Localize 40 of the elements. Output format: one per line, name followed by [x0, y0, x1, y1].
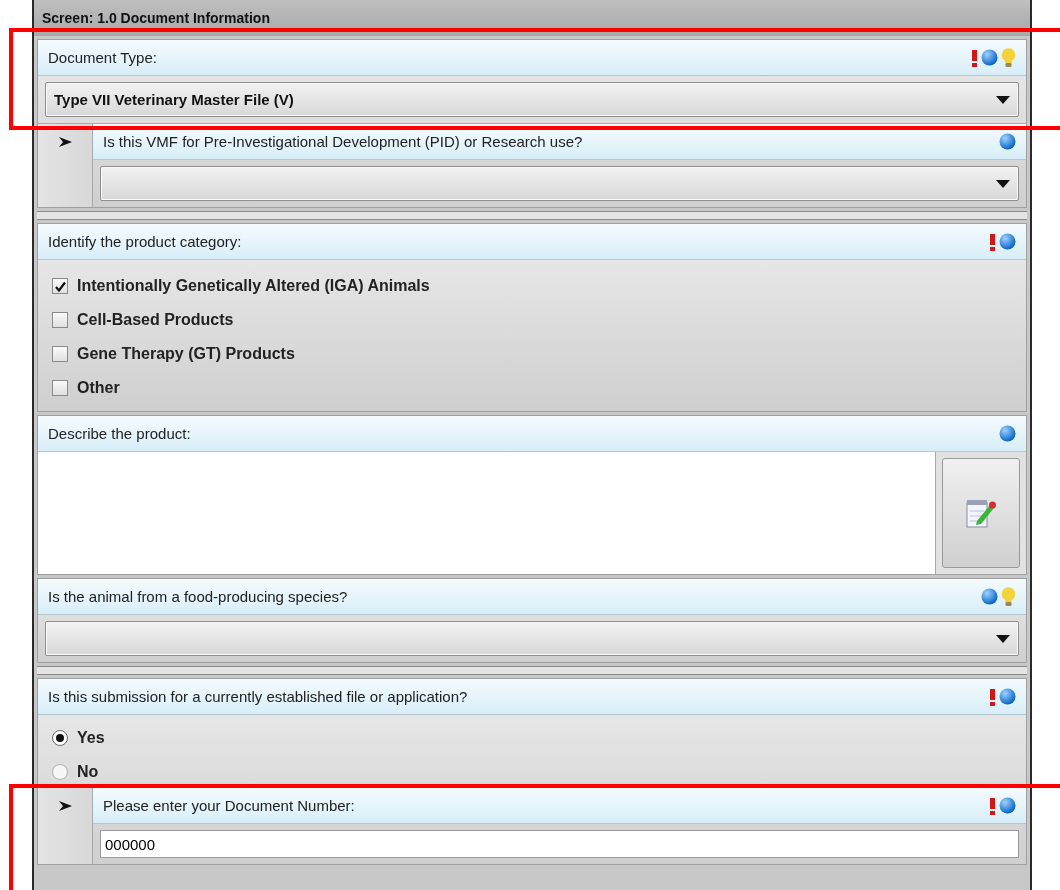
- radio-label[interactable]: No: [77, 763, 99, 781]
- checkbox-label[interactable]: Intentionally Genetically Altered (IGA) Animals: [77, 277, 430, 295]
- info-icon[interactable]: [999, 797, 1016, 814]
- question-label: Is this VMF for Pre-Investigational Development (PID) or Research use?: [103, 133, 584, 150]
- checkbox-label[interactable]: Other: [77, 379, 120, 397]
- checkbox[interactable]: [52, 278, 68, 294]
- question-label: Is the animal from a food-producing species?: [48, 588, 349, 605]
- screen-title: Screen: 1.0 Document Information: [42, 9, 270, 26]
- checkbox[interactable]: [52, 380, 68, 396]
- checkbox-label[interactable]: Cell-Based Products: [77, 311, 234, 329]
- arrow-icon: [58, 137, 72, 147]
- radio-button[interactable]: [52, 730, 68, 746]
- question-label: Is this submission for a currently established file or application?: [48, 688, 469, 705]
- lightbulb-icon[interactable]: [1001, 47, 1016, 68]
- checkbox[interactable]: [52, 346, 68, 362]
- radio-label[interactable]: Yes: [77, 729, 105, 747]
- radio-button[interactable]: [52, 764, 68, 780]
- info-icon[interactable]: [999, 233, 1016, 250]
- checkbox-label[interactable]: Gene Therapy (GT) Products: [77, 345, 295, 363]
- dropdown[interactable]: [45, 621, 1019, 656]
- notepad-pencil-icon: [964, 497, 998, 529]
- info-icon[interactable]: [981, 49, 998, 66]
- dropdown-arrow-icon: [996, 95, 1010, 104]
- info-icon[interactable]: [981, 588, 998, 605]
- lightbulb-icon[interactable]: [1001, 586, 1016, 607]
- question-label: Identify the product category:: [48, 233, 243, 250]
- question-label: Describe the product:: [48, 425, 192, 442]
- editor-button[interactable]: [942, 458, 1020, 568]
- question-label: Document Type:: [48, 49, 158, 66]
- arrow-icon: [58, 801, 72, 811]
- document-number-field[interactable]: 000000: [100, 830, 1019, 858]
- dropdown[interactable]: Type VII Veterinary Master File (V): [45, 82, 1019, 117]
- checkbox[interactable]: [52, 312, 68, 328]
- info-icon[interactable]: [999, 133, 1016, 150]
- dropdown[interactable]: [100, 166, 1019, 201]
- info-icon[interactable]: [999, 425, 1016, 442]
- dropdown-arrow-icon: [996, 179, 1010, 188]
- dropdown-arrow-icon: [996, 634, 1010, 643]
- info-icon[interactable]: [999, 688, 1016, 705]
- question-label: Please enter your Document Number:: [103, 797, 356, 814]
